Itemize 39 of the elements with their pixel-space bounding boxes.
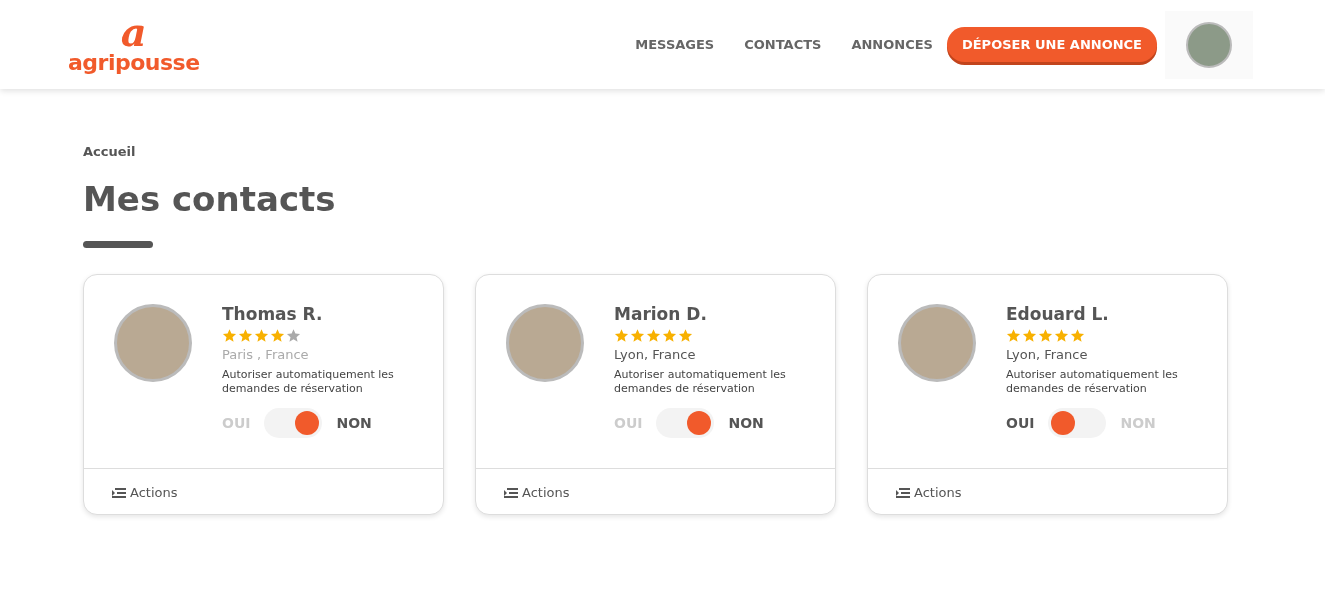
actions-button[interactable]: Actions: [112, 485, 178, 500]
setting-label: Autoriser automatiquement les demandes de réservation: [1006, 368, 1179, 396]
contact-location: Lyon, France: [1006, 347, 1089, 362]
logo-mark: a: [120, 13, 147, 50]
star-icon: [614, 328, 629, 343]
logo-text: agripousse: [68, 49, 200, 76]
nav-link[interactable]: MESSAGES: [635, 37, 715, 52]
star-icon: [222, 328, 237, 343]
nav-link[interactable]: CONTACTS: [744, 37, 822, 52]
list-icon: [896, 487, 910, 498]
setting-label: Autoriser automatiquement les demandes de réservation: [222, 368, 395, 396]
star-icon: [678, 328, 693, 343]
breadcrumb[interactable]: Accueil: [83, 144, 1242, 159]
contact-name: Marion D.: [614, 304, 708, 324]
list-icon: [112, 487, 126, 498]
list-icon: [504, 487, 518, 498]
actions-button[interactable]: Actions: [896, 485, 962, 500]
star-icon: [662, 328, 677, 343]
contact-name: Thomas R.: [222, 304, 324, 324]
contact-name: Edouard L.: [1006, 304, 1110, 324]
star-icon: [286, 328, 301, 343]
star-icon: [254, 328, 269, 343]
star-icon: [270, 328, 285, 343]
page-title: Mes contacts: [83, 179, 337, 219]
star-icon: [646, 328, 661, 343]
star-icon: [1006, 328, 1021, 343]
star-icon: [1070, 328, 1085, 343]
actions-button[interactable]: Actions: [504, 485, 570, 500]
star-icon: [630, 328, 645, 343]
star-icon: [1022, 328, 1037, 343]
user-avatar[interactable]: [1165, 10, 1253, 79]
star-icon: [1038, 328, 1053, 343]
contact-location: Lyon, France: [614, 347, 697, 362]
contact-location: Paris , France: [222, 347, 310, 362]
star-icon: [1054, 328, 1069, 343]
setting-label: Autoriser automatiquement les demandes de réservation: [614, 368, 787, 396]
nav-link[interactable]: ANNONCES: [851, 37, 933, 52]
star-icon: [238, 328, 253, 343]
title-underline: [83, 241, 153, 248]
